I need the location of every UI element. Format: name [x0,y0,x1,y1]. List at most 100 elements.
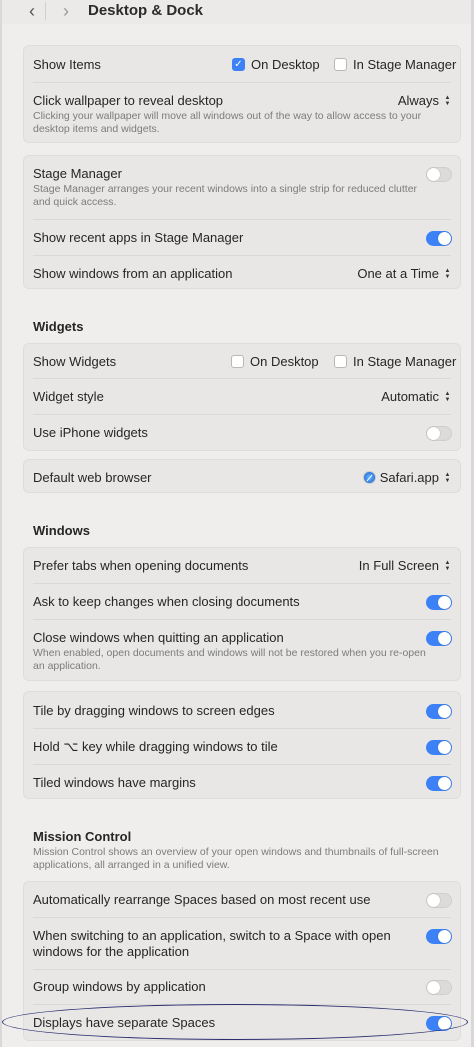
auto-rearrange-toggle[interactable] [426,893,452,908]
in-stage-manager-label: In Stage Manager [353,57,457,72]
show-items-label: Show Items [33,57,101,72]
group-windows-toggle[interactable] [426,980,452,995]
windows-group: Prefer tabs when opening documents In Fu… [23,547,461,681]
mission-control-description: Mission Control shows an overview of you… [33,846,439,871]
default-browser-popup[interactable]: Safari.app ▲ ▼ [362,470,452,485]
ask-keep-changes-toggle[interactable] [426,595,452,610]
hold-key-label: Hold ⌥ key while dragging windows to til… [33,739,278,754]
toggle-knob [438,232,451,245]
updown-arrows-icon: ▲ ▼ [444,471,451,484]
widget-style-label: Widget style [33,389,104,404]
stage-manager-description: Stage Manager arranges your recent windo… [33,183,418,208]
prefer-tabs-popup[interactable]: In Full Screen ▲ ▼ [359,558,452,573]
click-wallpaper-popup[interactable]: Always ▲ ▼ [398,93,452,108]
ask-keep-changes-label: Ask to keep changes when closing documen… [33,594,300,609]
divider [33,917,451,918]
show-windows-label: Show windows from an application [33,266,233,281]
updown-arrows-icon: ▲ ▼ [444,390,451,403]
click-wallpaper-label: Click wallpaper to reveal desktop [33,93,224,108]
widget-style-popup[interactable]: Automatic ▲ ▼ [381,389,452,404]
stage-manager-label: Stage Manager [33,166,122,181]
divider [33,1004,451,1005]
mission-control-group: Automatically rearrange Spaces based on … [23,881,461,1041]
safari-icon [362,471,376,484]
divider [33,378,451,379]
toggle-knob [427,427,440,440]
widgets-section-title: Widgets [33,319,84,334]
show-items-group: Show Items ✓ On Desktop In Stage Manager… [23,45,461,143]
close-windows-toggle[interactable] [426,631,452,646]
auto-rearrange-label: Automatically rearrange Spaces based on … [33,892,371,907]
tiling-group: Tile by dragging windows to screen edges… [23,691,461,799]
recent-apps-label: Show recent apps in Stage Manager [33,230,244,245]
toggle-knob [427,168,440,181]
stage-manager-group: Stage Manager Stage Manager arranges you… [23,155,461,289]
iphone-widgets-toggle[interactable] [426,426,452,441]
forward-button[interactable]: › [52,0,80,22]
show-widgets-in-stage-manager[interactable]: In Stage Manager [334,354,456,369]
divider [33,728,451,729]
widgets-group: Show Widgets On Desktop In Stage Manager… [23,343,461,451]
default-browser-value: Safari.app [379,470,439,485]
toggle-knob [438,741,451,754]
toggle-knob [427,894,440,907]
click-wallpaper-value: Always [397,93,439,108]
toggle-knob [438,777,451,790]
left-edge [0,0,2,1047]
in-stage-manager-label: In Stage Manager [353,354,457,369]
checkbox-icon[interactable] [231,355,244,368]
divider [33,619,451,620]
show-items-in-stage-manager[interactable]: In Stage Manager [334,57,456,72]
checkbox-icon[interactable] [334,355,347,368]
switch-space-label: When switching to an application, switch… [33,928,391,959]
toolbar: ‹ › Desktop & Dock [0,0,474,24]
window-title: Desktop & Dock [88,2,204,19]
separate-spaces-label: Displays have separate Spaces [33,1015,216,1030]
close-windows-description: When enabled, open documents and windows… [33,647,426,672]
chevron-left-icon: ‹ [29,0,35,21]
show-windows-value: One at a Time [357,266,439,281]
divider [33,764,451,765]
checkbox-checked-icon[interactable]: ✓ [232,58,245,71]
group-windows-label: Group windows by application [33,979,206,994]
divider [33,583,451,584]
back-button[interactable]: ‹ [18,0,46,22]
updown-arrows-icon: ▲ ▼ [444,559,451,572]
on-desktop-label: On Desktop [251,57,320,72]
divider [33,219,451,220]
browser-group: Default web browser Safari.app ▲ ▼ [23,459,461,493]
toggle-knob [438,930,451,943]
checkbox-icon[interactable] [334,58,347,71]
show-items-on-desktop[interactable]: ✓ On Desktop [232,57,320,72]
click-wallpaper-description: Clicking your wallpaper will move all wi… [33,110,422,135]
tile-dragging-toggle[interactable] [426,704,452,719]
updown-arrows-icon: ▲ ▼ [444,94,451,107]
separate-spaces-toggle[interactable] [426,1016,452,1031]
tiled-margins-label: Tiled windows have margins [33,775,196,790]
show-windows-popup[interactable]: One at a Time ▲ ▼ [357,266,452,281]
toggle-knob [427,981,440,994]
prefer-tabs-label: Prefer tabs when opening documents [33,558,249,573]
switch-space-toggle[interactable] [426,929,452,944]
show-widgets-on-desktop[interactable]: On Desktop [231,354,319,369]
divider [33,969,451,970]
tile-dragging-label: Tile by dragging windows to screen edges [33,703,275,718]
recent-apps-toggle[interactable] [426,231,452,246]
divider [33,255,451,256]
close-windows-label: Close windows when quitting an applicati… [33,630,284,645]
stage-manager-toggle[interactable] [426,167,452,182]
on-desktop-label: On Desktop [250,354,319,369]
updown-arrows-icon: ▲ ▼ [444,267,451,280]
tiled-margins-toggle[interactable] [426,776,452,791]
chevron-right-icon: › [63,0,69,21]
widget-style-value: Automatic [381,389,439,404]
show-widgets-label: Show Widgets [33,354,117,369]
windows-section-title: Windows [33,523,90,538]
toggle-knob [438,705,451,718]
toggle-knob [438,1017,451,1030]
divider [33,414,451,415]
nav-divider [45,2,46,20]
hold-key-toggle[interactable] [426,740,452,755]
toggle-knob [438,632,451,645]
default-browser-label: Default web browser [33,470,152,485]
